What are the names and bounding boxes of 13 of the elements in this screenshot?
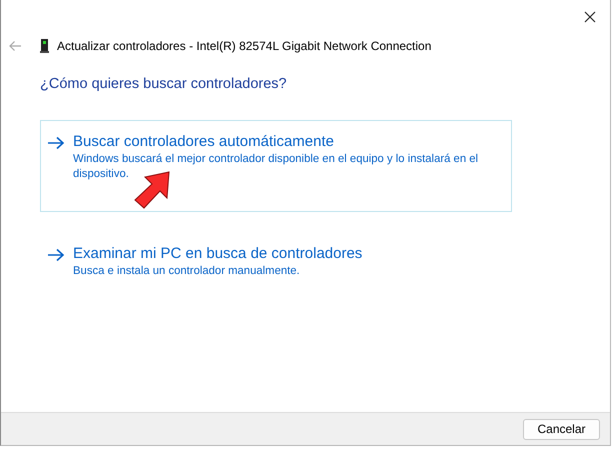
heading: ¿Cómo quieres buscar controladores? [40,76,288,92]
option-description: Busca e instala un controlador manualmente. [73,264,301,279]
cancel-button[interactable]: Cancelar [523,418,600,440]
option-title: Examinar mi PC en busca de controladores [73,245,362,262]
close-icon[interactable] [584,11,596,23]
window-title: Actualizar controladores - Intel(R) 82574L Gigabit Network Connection [57,39,432,53]
arrow-icon [47,136,65,150]
device-icon [40,39,49,53]
option-title: Buscar controladores automáticamente [73,133,335,150]
option-description: Windows buscará el mejor controlador disponible en el equipo y lo instalará en el dispositivo. [73,152,480,182]
option-link[interactable]: Buscar controladores automáticamente Windows buscará el mejor controlador disponible en el equipo y lo instalará en el dispositivo. [40,120,512,212]
option-link[interactable]: Examinar mi PC en busca de controladores Busca e instala un controlador manualmente. [40,232,512,292]
arrow-icon [47,248,65,262]
